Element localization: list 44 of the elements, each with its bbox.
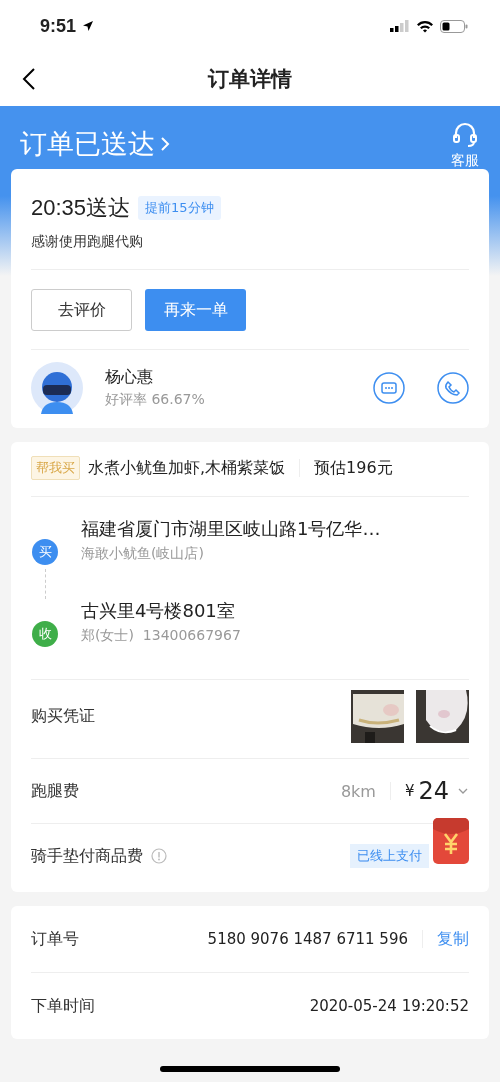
signal-icon <box>390 20 410 32</box>
reorder-button[interactable]: 再来一单 <box>145 289 246 331</box>
message-icon[interactable] <box>373 372 405 404</box>
buy-for-me-tag: 帮我买 <box>31 456 80 480</box>
fee-amount: 24 <box>418 777 449 805</box>
gift-envelope-icon[interactable] <box>433 818 469 864</box>
wifi-icon <box>416 19 434 33</box>
page-title: 订单详情 <box>208 66 292 93</box>
stop-address: 古兴里4号楼801室 <box>81 599 236 623</box>
currency-symbol: ¥ <box>404 782 415 800</box>
stop-address: 福建省厦门市湖里区岐山路1号亿华… <box>81 517 381 541</box>
location-arrow-icon <box>82 20 95 32</box>
rider-rating: 好评率 66.67% <box>105 391 205 409</box>
proof-label: 购买凭证 <box>31 706 95 727</box>
stop-marker: 买 <box>32 539 58 565</box>
info-value: 2020-05-24 19:20:52 <box>309 997 469 1015</box>
thanks-note: 感谢使用跑腿代购 <box>31 233 144 251</box>
estimated-price: 预估196元 <box>314 457 393 479</box>
delivery-time: 20:35送达 <box>31 194 131 222</box>
battery-icon <box>440 19 468 33</box>
stop-marker: 收 <box>32 621 58 647</box>
order-status-link[interactable]: 订单已送达 <box>20 120 171 162</box>
info-label: 下单时间 <box>31 995 95 1017</box>
stop-detail: 海敢小鱿鱼(岐山店) <box>81 545 205 563</box>
early-badge: 提前15分钟 <box>138 196 221 220</box>
back-icon[interactable] <box>22 67 36 91</box>
info-value: 5180 9076 1487 6711 596 <box>207 930 408 948</box>
customer-service-button[interactable]: 客服 <box>450 120 480 170</box>
stop-detail: 郑(女士) 13400667967 <box>81 627 241 645</box>
headset-icon <box>450 120 480 150</box>
chevron-down-icon[interactable] <box>457 787 469 795</box>
paid-online-badge: 已线上支付 <box>350 844 429 868</box>
rider-name: 杨心惠 <box>105 367 154 388</box>
info-icon[interactable] <box>151 848 167 864</box>
status-time: 9:51 <box>40 15 77 37</box>
phone-icon[interactable] <box>437 372 469 404</box>
order-items: 水煮小鱿鱼加虾,木桶紫菜饭 <box>88 457 286 479</box>
copy-link[interactable]: 复制 <box>437 928 469 950</box>
goods-fee-label: 骑手垫付商品费 <box>31 845 143 867</box>
distance: 8km <box>340 781 376 801</box>
rider-avatar <box>31 362 83 414</box>
info-label: 订单号 <box>31 928 79 950</box>
review-button[interactable]: 去评价 <box>31 289 132 331</box>
fee-label: 跑腿费 <box>31 780 79 802</box>
